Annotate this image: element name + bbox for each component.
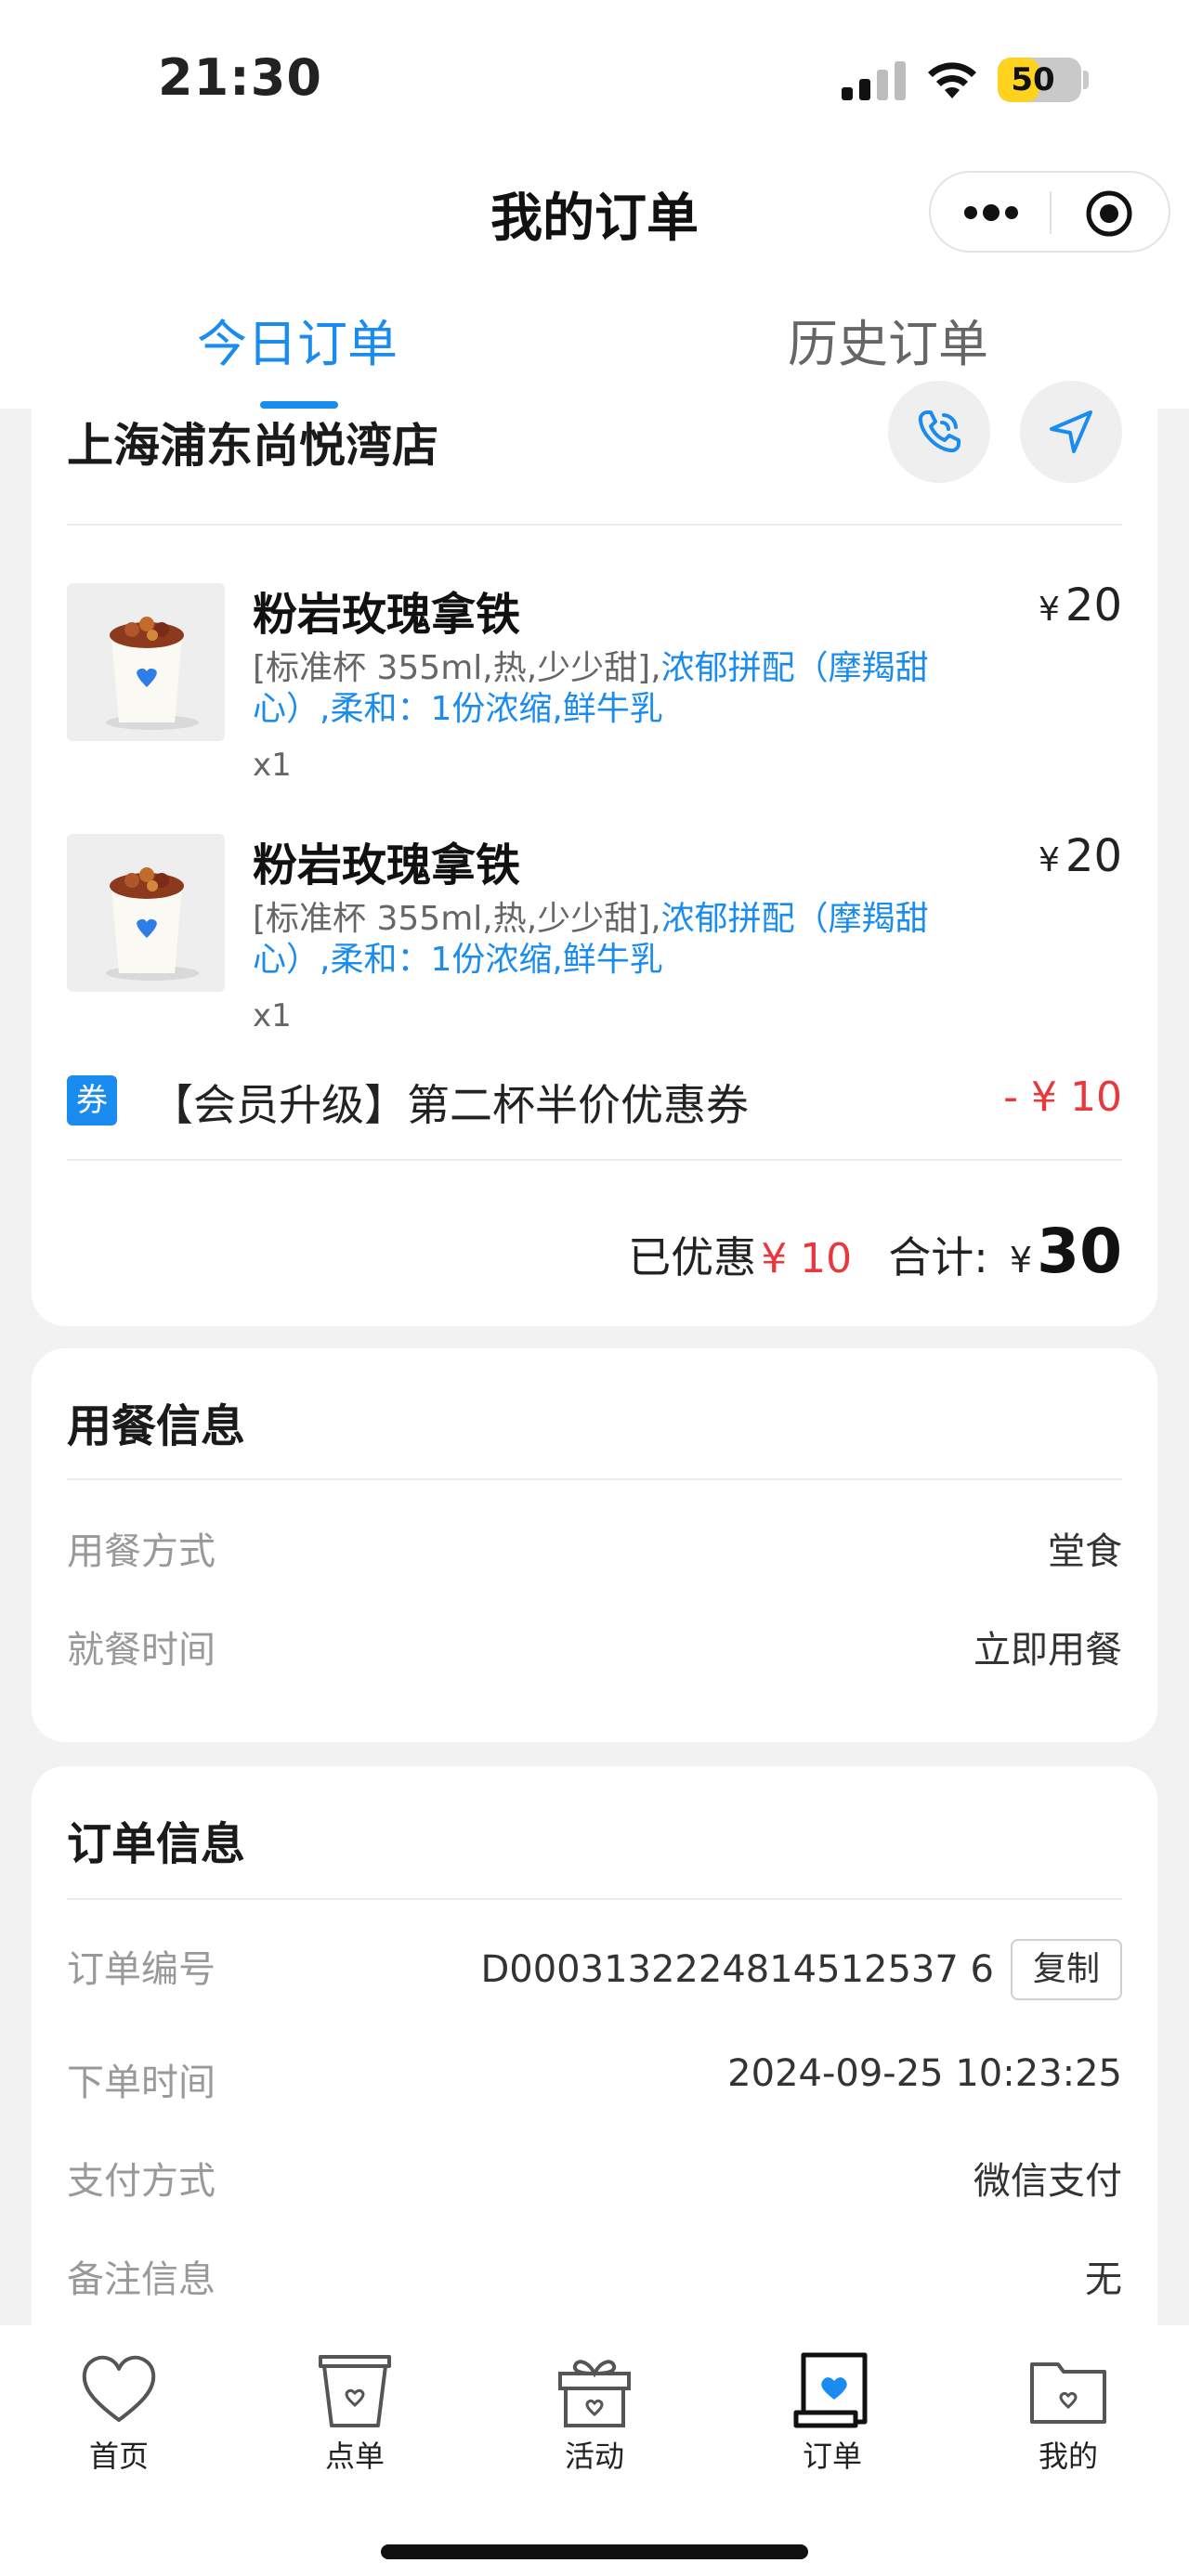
home-indicator [381,2544,808,2559]
tabbar-label: 点单 [324,2439,385,2474]
order-card: 上海浦东尚悦湾店 粉岩玫瑰拿铁 ¥20 [标准杯 355ml,热,少少甜],浓郁… [32,381,1157,1326]
tab-active-indicator [260,401,338,409]
price-value: 20 [1065,579,1122,631]
total-amount: 30 [1037,1216,1122,1287]
product-quantity: x1 [253,997,292,1034]
info-label: 用餐方式 [67,1530,216,1573]
order-number: D0003132224814512537 6 复制 [480,1939,1122,2000]
battery-level: 50 [1011,61,1055,98]
spec-plain: [标准杯 355ml,热,少少甜], [253,900,661,938]
info-value: 堂食 [1048,1530,1122,1573]
tabbar-label: 活动 [564,2439,624,2474]
battery-indicator: 50 [998,58,1081,102]
tabbar-label: 首页 [88,2439,149,2474]
status-time: 21:30 [158,48,322,107]
tabbar-label: 我的 [1038,2439,1098,2474]
currency-symbol: ¥ [1039,841,1060,879]
total-currency: ¥ [1009,1240,1033,1281]
product-image [67,834,225,992]
order-time-row: 下单时间 2024-09-25 10:23:25 [67,2052,1122,2108]
order-total-row: 已优惠 ¥ 10 合计: ¥ 30 [67,1203,1122,1287]
payment-method-row: 支付方式 微信支付 [67,2151,1122,2206]
section-divider [67,1478,1122,1480]
tabbar-item-profile[interactable]: 我的 [985,2348,1152,2476]
product-name: 粉岩玫瑰拿铁 [253,839,521,891]
capsule-divider [1050,191,1052,234]
product-spec: [标准杯 355ml,热,少少甜],浓郁拼配（摩羯甜心）,柔和：1份浓缩,鲜牛乳 [253,648,959,730]
copy-button[interactable]: 复制 [1010,1939,1122,2000]
order-number-row: 订单编号 D0003132224814512537 6 复制 [67,1939,1122,2004]
info-value: 微信支付 [973,2160,1122,2203]
more-icon[interactable] [962,199,1020,227]
store-name: 上海浦东尚悦湾店 [67,419,438,473]
price-value: 20 [1065,830,1122,882]
info-label: 下单时间 [67,2062,216,2104]
order-icon [793,2352,868,2428]
product-name: 粉岩玫瑰拿铁 [253,589,521,641]
navigation-arrow-icon [1050,410,1092,453]
remark-row: 备注信息 无 [67,2249,1122,2305]
discount-label: 已优惠 [628,1232,757,1282]
latte-cup-icon [106,617,199,730]
cup-icon [319,2355,391,2427]
coupon-divider [67,1159,1122,1161]
nav-bar: 我的订单 [0,149,1189,269]
dining-info-card: 用餐信息 用餐方式 堂食 就餐时间 立即用餐 [32,1348,1157,1742]
tabbar-item-activity[interactable]: 活动 [511,2348,678,2476]
heart-icon [82,2355,156,2422]
tabbar-item-orders[interactable]: 订单 [749,2348,916,2476]
info-label: 支付方式 [67,2160,216,2203]
order-number-value: D0003132224814512537 6 [480,1948,994,1991]
phone-icon [918,410,960,453]
mini-program-capsule [929,171,1170,253]
info-label: 订单编号 [67,1948,216,1991]
discount-amount: ¥ 10 [761,1235,853,1282]
product-image [67,583,225,741]
tabbar-label: 订单 [802,2439,862,2474]
section-divider [67,1898,1122,1900]
coupon-amount: - ¥ 10 [1003,1073,1122,1121]
info-value: 无 [1085,2258,1122,2301]
call-store-button[interactable] [888,381,990,483]
store-divider [67,524,1122,526]
product-price: ¥20 [1039,579,1122,631]
total-label: 合计: [888,1232,988,1282]
info-value: 2024-09-25 10:23:25 [727,2052,1122,2095]
product-price: ¥20 [1039,830,1122,882]
product-quantity: x1 [253,747,292,784]
coupon-row: 券 【会员升级】第二杯半价优惠券 - ¥ 10 [67,1068,1122,1133]
dining-time-row: 就餐时间 立即用餐 [67,1620,1122,1675]
section-title: 用餐信息 [67,1400,246,1452]
tabbar-item-home[interactable]: 首页 [35,2348,203,2476]
bottom-tab-bar: 首页 点单 活动 订单 我的 [0,2325,1189,2576]
info-label: 就餐时间 [67,1629,216,1672]
info-label: 备注信息 [67,2258,216,2301]
order-item: 粉岩玫瑰拿铁 ¥20 [标准杯 355ml,热,少少甜],浓郁拼配（摩羯甜心）,… [67,830,1122,1057]
order-tabs: 今日订单 历史订单 [0,269,1189,409]
tab-today[interactable]: 今日订单 [111,303,483,376]
dining-mode-row: 用餐方式 堂食 [67,1521,1122,1577]
currency-symbol: ¥ [1039,591,1060,629]
product-spec: [标准杯 355ml,热,少少甜],浓郁拼配（摩羯甜心）,柔和：1份浓缩,鲜牛乳 [253,899,959,981]
coupon-name: 【会员升级】第二杯半价优惠券 [150,1080,749,1130]
close-target-icon[interactable] [1085,189,1133,238]
wifi-icon [928,62,976,98]
signal-icon [842,61,906,100]
info-value: 立即用餐 [973,1629,1122,1672]
status-bar: 21:30 50 [0,0,1189,149]
section-title: 订单信息 [67,1818,246,1870]
tabbar-item-order-menu[interactable]: 点单 [271,2348,438,2476]
order-item: 粉岩玫瑰拿铁 ¥20 [标准杯 355ml,热,少少甜],浓郁拼配（摩羯甜心）,… [67,579,1122,806]
latte-cup-icon [106,867,199,981]
tab-history[interactable]: 历史订单 [702,303,1074,376]
order-info-card: 订单信息 订单编号 D0003132224814512537 6 复制 下单时间… [32,1766,1157,2361]
battery-tip [1083,71,1089,89]
coupon-badge: 券 [67,1075,117,1125]
gift-icon [558,2360,631,2427]
order-total: 已优惠 ¥ 10 合计: ¥ 30 [628,1216,1122,1287]
spec-plain: [标准杯 355ml,热,少少甜], [253,649,661,687]
navigate-store-button[interactable] [1020,381,1122,483]
folder-icon [1030,2362,1106,2424]
